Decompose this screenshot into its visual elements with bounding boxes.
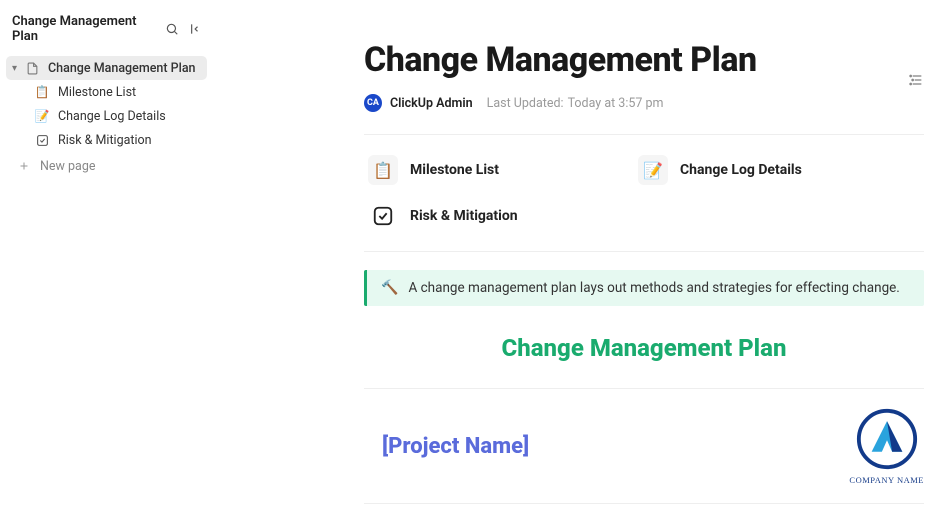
sidebar: Change Management Plan ▾ Change Manageme…: [0, 0, 214, 531]
workspace-title: Change Management Plan: [12, 14, 159, 44]
sidebar-item-risk[interactable]: Risk & Mitigation: [6, 128, 207, 152]
page-meta: CA ClickUp Admin Last Updated: Today at …: [364, 94, 924, 112]
project-row: [Project Name] COMPANY NAME: [364, 389, 924, 503]
sidebar-item-milestone[interactable]: 📋 Milestone List: [6, 80, 207, 104]
sidebar-header: Change Management Plan: [0, 8, 213, 52]
collapse-sidebar-icon[interactable]: [185, 20, 203, 38]
logo-icon: [855, 407, 919, 471]
project-name-placeholder[interactable]: [Project Name]: [382, 434, 529, 459]
sidebar-item-changelog[interactable]: 📝 Change Log Details: [6, 104, 207, 128]
author-name[interactable]: ClickUp Admin: [390, 96, 473, 111]
company-logo: COMPANY NAME: [849, 407, 924, 485]
hammer-icon: 🔨: [381, 280, 398, 296]
plus-icon: [16, 158, 32, 174]
sidebar-item-root[interactable]: ▾ Change Management Plan: [6, 56, 207, 80]
sidebar-item-label: Change Management Plan: [48, 61, 196, 76]
card-risk[interactable]: Risk & Mitigation: [364, 193, 614, 239]
page-title[interactable]: Change Management Plan: [364, 40, 924, 80]
search-icon[interactable]: [163, 20, 181, 38]
callout-text: A change management plan lays out method…: [408, 280, 899, 296]
card-changelog[interactable]: 📝 Change Log Details: [634, 147, 884, 193]
card-label: Milestone List: [410, 162, 499, 178]
doc-icon: [24, 60, 40, 76]
last-updated-value: Today at 3:57 pm: [568, 96, 664, 111]
sidebar-item-label: Milestone List: [58, 85, 136, 100]
checkbox-icon: [368, 201, 398, 231]
checkbox-icon: [34, 132, 50, 148]
section-heading[interactable]: Change Management Plan: [364, 334, 924, 362]
clipboard-icon: 📋: [368, 155, 398, 185]
card-milestone[interactable]: 📋 Milestone List: [364, 147, 614, 193]
outline-icon[interactable]: [906, 70, 926, 90]
sidebar-nav: ▾ Change Management Plan 📋 Milestone Lis…: [0, 52, 213, 178]
subpage-cards: 📋 Milestone List 📝 Change Log Details Ri…: [364, 135, 924, 251]
card-label: Risk & Mitigation: [410, 208, 518, 224]
last-updated-label: Last Updated:: [487, 96, 564, 111]
memo-icon: 📝: [34, 108, 50, 124]
new-page-button[interactable]: New page: [6, 154, 207, 178]
sidebar-item-label: Change Log Details: [58, 109, 166, 124]
main-content: Change Management Plan CA ClickUp Admin …: [214, 0, 940, 531]
divider: [364, 503, 924, 504]
callout[interactable]: 🔨 A change management plan lays out meth…: [364, 270, 924, 306]
clipboard-icon: 📋: [34, 84, 50, 100]
memo-icon: 📝: [638, 155, 668, 185]
company-name: COMPANY NAME: [849, 475, 924, 485]
avatar[interactable]: CA: [364, 94, 382, 112]
caret-down-icon[interactable]: ▾: [12, 63, 22, 74]
new-page-label: New page: [40, 159, 96, 174]
divider: [364, 251, 924, 252]
sidebar-item-label: Risk & Mitigation: [58, 133, 152, 148]
card-label: Change Log Details: [680, 162, 802, 178]
